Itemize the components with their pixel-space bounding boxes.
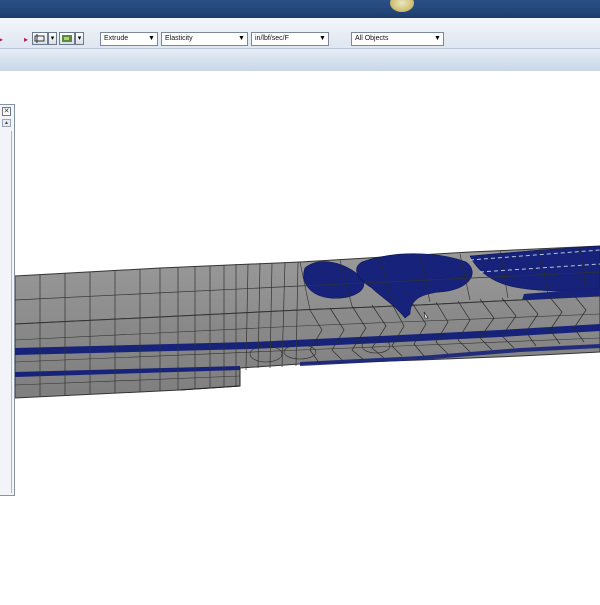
material-dropdown-value: Elasticity bbox=[165, 35, 193, 42]
chevron-down-icon[interactable]: ▼ bbox=[432, 33, 443, 45]
material-dropdown[interactable]: Elasticity ▼ bbox=[161, 32, 248, 46]
chevron-down-icon[interactable]: ▼ bbox=[146, 33, 157, 45]
app-orb-icon bbox=[390, 0, 414, 12]
units-dropdown[interactable]: in/lbf/sec/F ▼ bbox=[251, 32, 329, 46]
chevron-down-icon[interactable]: ▼ bbox=[317, 33, 328, 45]
dropdown-arrow-icon[interactable]: ▾ bbox=[48, 32, 57, 45]
mode-dropdown-value: Extrude bbox=[104, 35, 129, 42]
side-panel: ✕ ▲ bbox=[0, 104, 15, 496]
close-icon[interactable]: ✕ bbox=[2, 107, 11, 116]
model-viewport[interactable] bbox=[14, 72, 600, 600]
chevron-down-icon[interactable]: ▼ bbox=[236, 33, 247, 45]
objects-dropdown-value: All Objects bbox=[355, 35, 389, 42]
scroll-up-icon[interactable]: ▲ bbox=[2, 119, 11, 127]
objects-dropdown[interactable]: All Objects ▼ bbox=[351, 32, 444, 46]
arrow-right-icon[interactable]: ▸ bbox=[24, 35, 28, 45]
title-bar bbox=[0, 0, 600, 18]
render-tool-icon[interactable] bbox=[59, 32, 75, 45]
units-dropdown-value: in/lbf/sec/F bbox=[255, 35, 289, 42]
toolbar-strip bbox=[0, 48, 600, 71]
beam-mesh-3d bbox=[14, 245, 600, 399]
arrow-right-icon[interactable]: ▸ bbox=[0, 35, 3, 45]
scrollbar-track[interactable] bbox=[3, 131, 12, 493]
dropdown-arrow-icon[interactable]: ▾ bbox=[75, 32, 84, 45]
view-tool-icon[interactable] bbox=[32, 32, 48, 45]
mode-dropdown[interactable]: Extrude ▼ bbox=[100, 32, 158, 46]
toolbar: ▸ ▸ ▾ ▾ Extrude ▼ Elasticity ▼ in/lbf/se… bbox=[0, 18, 600, 71]
